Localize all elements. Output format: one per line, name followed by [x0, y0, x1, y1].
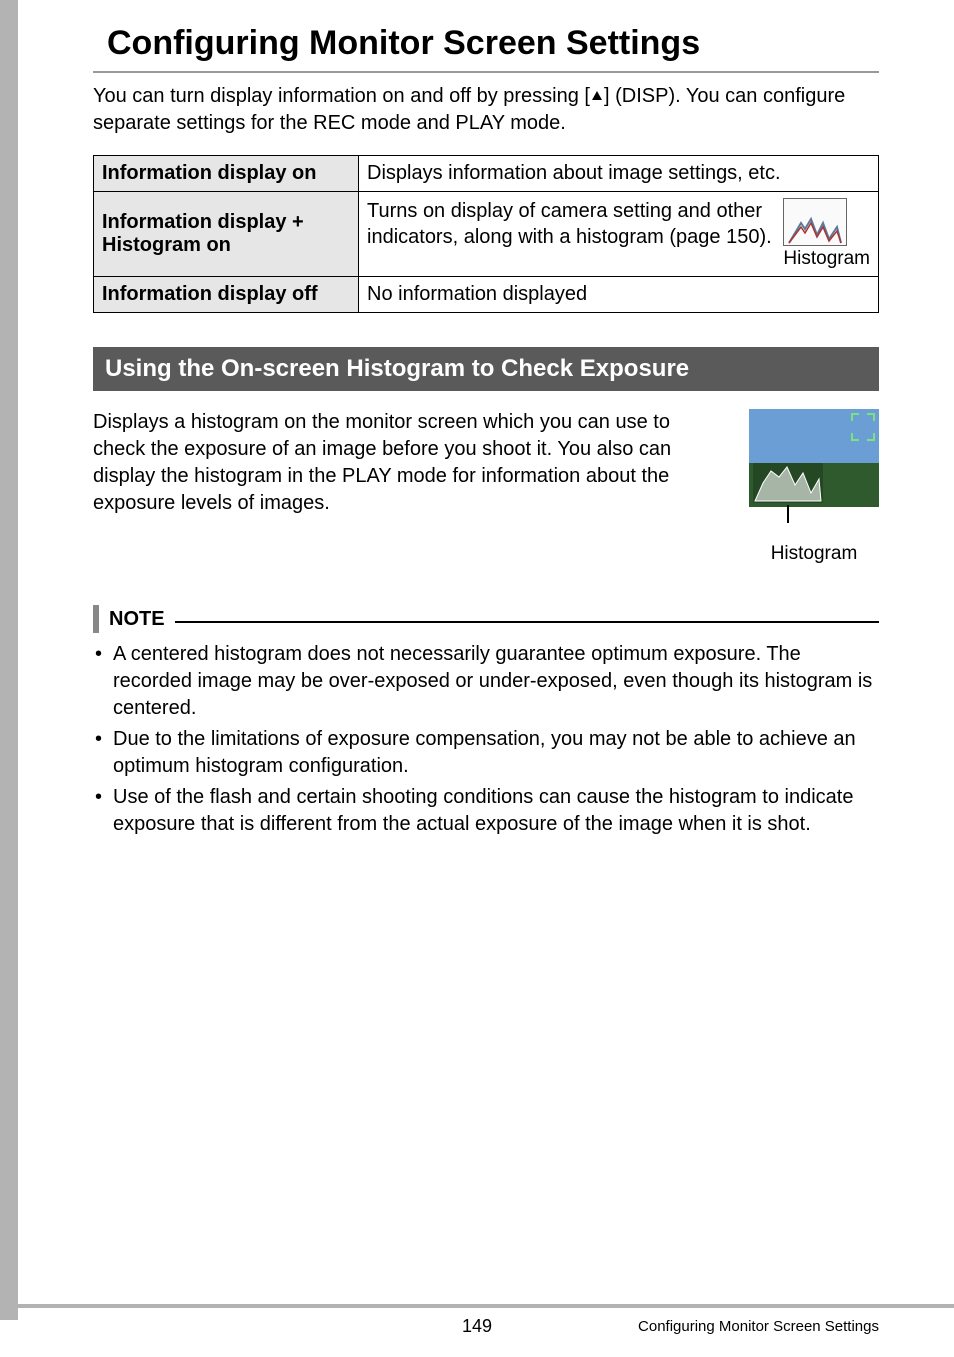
- list-item: Due to the limitations of exposure compe…: [93, 726, 879, 780]
- histogram-preview: Histogram: [749, 409, 879, 565]
- setting-label: Information display off: [94, 277, 359, 313]
- list-item: A centered histogram does not necessaril…: [93, 641, 879, 722]
- page-number: 149: [0, 1316, 954, 1337]
- histogram-thumbnail-icon: [783, 198, 847, 246]
- page-content: Configuring Monitor Screen Settings You …: [0, 0, 954, 1320]
- setting-description: Displays information about image setting…: [359, 156, 879, 192]
- histogram-mini-icon: [787, 213, 843, 245]
- note-bar-icon: [93, 605, 99, 633]
- focus-corner-icon: [851, 433, 859, 441]
- up-arrow-icon: [590, 84, 604, 111]
- note-divider-icon: [175, 621, 879, 623]
- setting-label: Information display on: [94, 156, 359, 192]
- list-item: Use of the flash and certain shooting co…: [93, 784, 879, 838]
- focus-corner-icon: [851, 413, 859, 421]
- callout-line-icon: [787, 505, 789, 523]
- focus-corner-icon: [867, 433, 875, 441]
- note-header: NOTE: [93, 605, 879, 633]
- histogram-preview-image: [749, 409, 879, 507]
- page-footer: 149 Configuring Monitor Screen Settings: [0, 1304, 954, 1357]
- table-row: Information display + Histogram on Turns…: [94, 192, 879, 277]
- table-row: Information display on Displays informat…: [94, 156, 879, 192]
- setting-description-text: Turns on display of camera setting and o…: [367, 198, 773, 250]
- setting-description: Turns on display of camera setting and o…: [359, 192, 879, 277]
- histogram-embedded-icon: [753, 463, 823, 503]
- settings-table: Information display on Displays informat…: [93, 155, 879, 313]
- histogram-preview-label: Histogram: [749, 543, 879, 565]
- table-row: Information display off No information d…: [94, 277, 879, 313]
- histogram-thumbnail-label: Histogram: [783, 248, 870, 270]
- note-block: NOTE A centered histogram does not neces…: [93, 605, 879, 838]
- section-subheading: Using the On-screen Histogram to Check E…: [93, 347, 879, 391]
- focus-corner-icon: [867, 413, 875, 421]
- section-body: Displays a histogram on the monitor scre…: [93, 409, 879, 565]
- setting-label: Information display + Histogram on: [94, 192, 359, 277]
- note-list: A centered histogram does not necessaril…: [93, 641, 879, 838]
- intro-text-pre: You can turn display information on and …: [93, 85, 590, 107]
- intro-paragraph: You can turn display information on and …: [93, 83, 879, 137]
- histogram-thumbnail-cell: Histogram: [783, 198, 870, 270]
- note-label: NOTE: [109, 608, 165, 631]
- section-body-text: Displays a histogram on the monitor scre…: [93, 409, 719, 517]
- page-title: Configuring Monitor Screen Settings: [93, 20, 879, 73]
- setting-description: No information displayed: [359, 277, 879, 313]
